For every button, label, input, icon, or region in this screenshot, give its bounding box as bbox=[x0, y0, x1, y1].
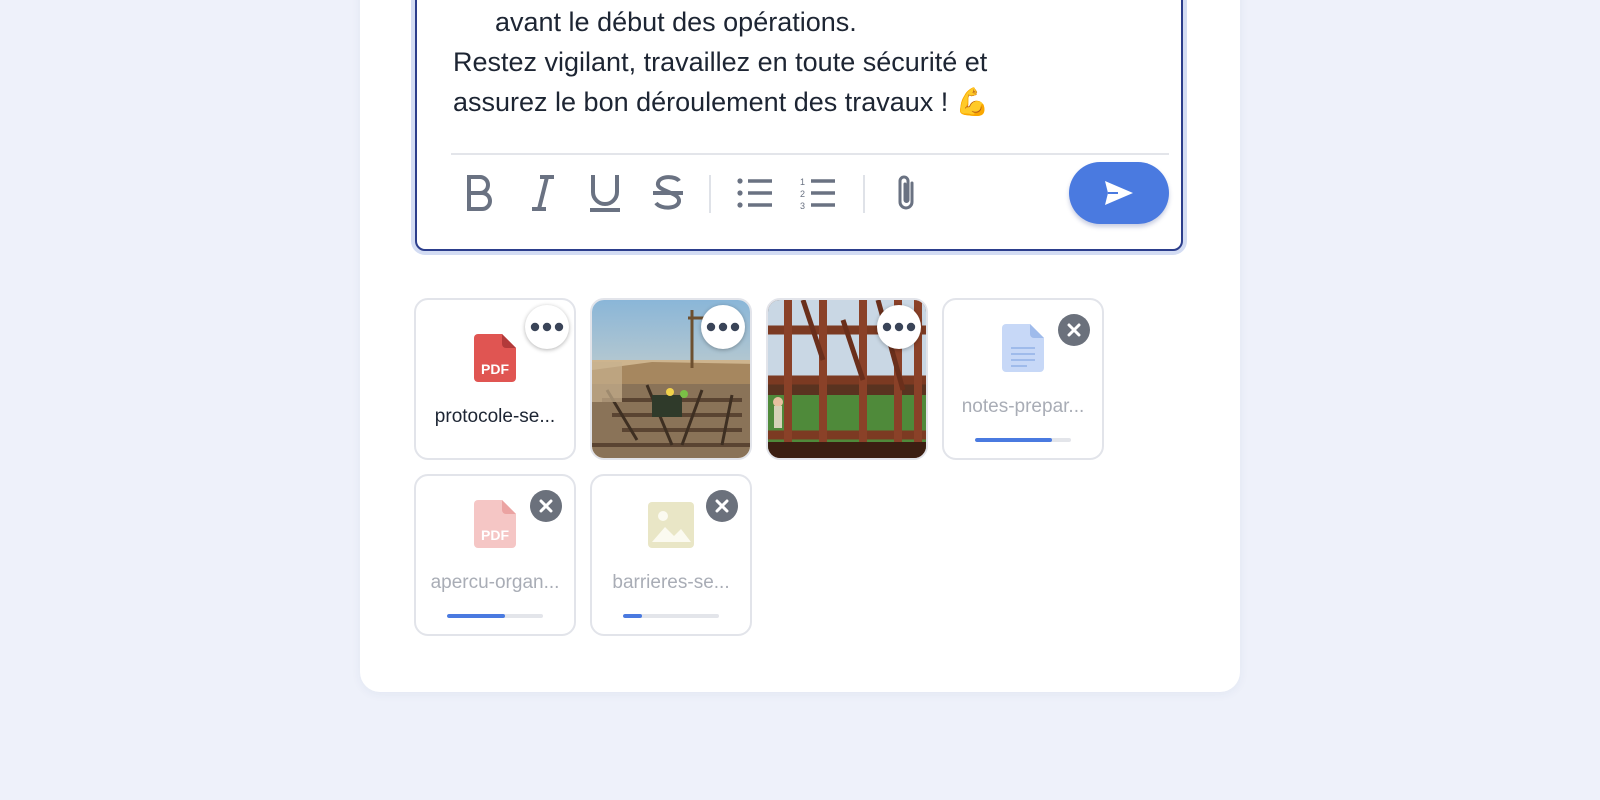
close-icon bbox=[1067, 323, 1081, 337]
svg-text:3: 3 bbox=[800, 201, 805, 210]
upload-progress-bar bbox=[975, 438, 1071, 442]
cancel-upload-button[interactable] bbox=[706, 490, 738, 522]
attachment-tile[interactable]: PDF protocole-se... bbox=[414, 298, 576, 460]
attachment-more-button[interactable] bbox=[525, 305, 569, 349]
pdf-label: PDF bbox=[481, 527, 509, 543]
toolbar-separator bbox=[863, 175, 865, 213]
attachment-name: notes-prepar... bbox=[961, 396, 1085, 417]
upload-progress-bar bbox=[447, 614, 543, 618]
attachment-more-button[interactable] bbox=[877, 305, 921, 349]
numbered-list-button[interactable]: 1 2 3 bbox=[790, 160, 846, 226]
pdf-file-icon: PDF bbox=[474, 334, 516, 382]
document-file-icon bbox=[1002, 324, 1044, 372]
svg-text:1: 1 bbox=[800, 177, 805, 187]
message-text-area[interactable]: avant le début des opérations. Restez vi… bbox=[453, 2, 1161, 122]
attachment-tile[interactable] bbox=[766, 298, 928, 460]
bulleted-list-button[interactable] bbox=[727, 160, 783, 226]
upload-progress-bar bbox=[623, 614, 719, 618]
cancel-upload-button[interactable] bbox=[1058, 314, 1090, 346]
attachment-name: protocole-se... bbox=[434, 406, 556, 427]
send-icon bbox=[1105, 181, 1133, 205]
attachment-name: apercu-organ... bbox=[430, 572, 560, 593]
bulleted-list-icon bbox=[737, 178, 772, 208]
toolbar-separator bbox=[709, 175, 711, 213]
attach-button[interactable] bbox=[879, 160, 935, 226]
paperclip-icon bbox=[898, 175, 914, 210]
cancel-upload-button[interactable] bbox=[530, 490, 562, 522]
send-button[interactable] bbox=[1069, 162, 1169, 224]
more-icon bbox=[706, 322, 740, 332]
composer-divider bbox=[451, 153, 1169, 155]
underline-icon bbox=[590, 175, 620, 212]
formatting-toolbar: 1 2 3 bbox=[451, 160, 1169, 230]
attachment-tile[interactable]: PDF apercu-organ... bbox=[414, 474, 576, 636]
attachment-name: barrieres-se... bbox=[612, 572, 730, 593]
message-line: Restez vigilant, travaillez en toute séc… bbox=[453, 47, 988, 77]
underline-button[interactable] bbox=[577, 160, 633, 226]
more-icon bbox=[882, 322, 916, 332]
message-line: avant le début des opérations. bbox=[495, 7, 857, 37]
strikethrough-button[interactable] bbox=[640, 160, 696, 226]
image-file-icon bbox=[648, 502, 694, 548]
strikethrough-icon bbox=[653, 175, 683, 210]
italic-button[interactable] bbox=[515, 160, 571, 226]
attachment-more-button[interactable] bbox=[701, 305, 745, 349]
message-line: assurez le bon déroulement des travaux !… bbox=[453, 87, 990, 117]
attachment-tile[interactable]: barrieres-se... bbox=[590, 474, 752, 636]
bold-icon bbox=[467, 175, 492, 211]
italic-icon bbox=[532, 175, 554, 211]
numbered-list-icon: 1 2 3 bbox=[800, 177, 835, 210]
svg-text:2: 2 bbox=[800, 189, 805, 199]
more-icon bbox=[530, 322, 564, 332]
attachment-tile[interactable] bbox=[590, 298, 752, 460]
pdf-label: PDF bbox=[481, 361, 509, 377]
close-icon bbox=[539, 499, 553, 513]
close-icon bbox=[715, 499, 729, 513]
bold-button[interactable] bbox=[451, 160, 507, 226]
attachment-tile[interactable]: notes-prepar... bbox=[942, 298, 1104, 460]
pdf-file-icon: PDF bbox=[474, 500, 516, 548]
message-composer[interactable]: avant le début des opérations. Restez vi… bbox=[415, 0, 1183, 251]
